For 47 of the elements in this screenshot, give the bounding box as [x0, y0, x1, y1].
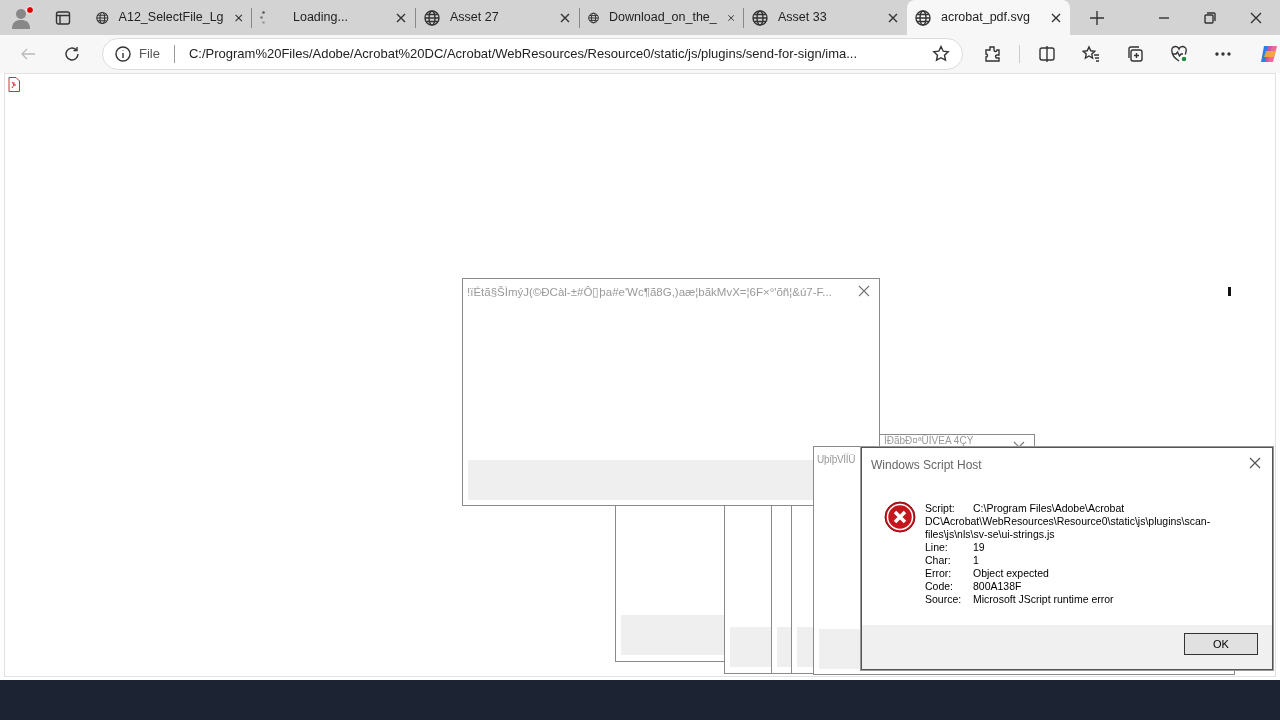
close-icon[interactable]: [1248, 456, 1262, 470]
pdf-file-icon: [8, 77, 20, 92]
close-icon[interactable]: [233, 11, 243, 24]
browser-tab[interactable]: Asset 33: [744, 0, 907, 35]
close-icon[interactable]: [1050, 11, 1062, 24]
star-icon[interactable]: [932, 45, 950, 63]
globe-icon: [96, 9, 109, 26]
collections-icon[interactable]: [1126, 45, 1144, 63]
url-text: C:/Program%20Files/Adobe/Acrobat%20DC/Acrobat/WebResources/Resource0/static/js/plugins/send-for-sign/ima...: [188, 45, 859, 64]
address-bar[interactable]: File C:/Program%20Files/Adobe/Acrobat%20DC/Acrobat/WebResources/Resource0/static/js/plugins/send-for-sign/ima...: [102, 38, 963, 70]
window-title: ÌÐãbÐ¤ªÜÍVEA 4ÇÝ: [884, 435, 974, 446]
extensions-icon[interactable]: [983, 45, 1001, 63]
profile-icon[interactable]: [9, 4, 36, 31]
browser-tab[interactable]: Asset 27: [416, 0, 579, 35]
globe-icon: [424, 9, 440, 26]
error-detail-line: Line: 19: [925, 541, 986, 554]
error-detail-line: Error: Object expected: [925, 567, 1050, 580]
globe-icon: [915, 9, 931, 26]
browser-tab[interactable]: Loading...: [252, 0, 415, 35]
error-icon: [884, 501, 916, 533]
error-detail-line: Char: 1: [925, 554, 980, 567]
browser-tab[interactable]: A12_SelectFile_Lg: [88, 0, 251, 35]
error-detail-line: Code: 800A138F: [925, 580, 1023, 593]
error-detail-line: Script: C:\Program Files\Adobe\Acrobat DC\Acrobat\WebResources\Resource0\static\js\plugins\scan-files\js\nls\sv-se\ui-strings.js: [925, 502, 1212, 541]
ok-button[interactable]: OK: [1184, 633, 1258, 655]
window-title: UþíþVÍÍÜ: [817, 452, 856, 467]
performance-icon[interactable]: [1170, 45, 1188, 63]
globe-icon: [752, 9, 768, 26]
text-cursor-icon: [1228, 287, 1231, 296]
new-tab-icon[interactable]: [1089, 9, 1105, 26]
info-icon: [115, 46, 131, 62]
split-screen-icon[interactable]: [1038, 45, 1056, 63]
close-icon[interactable]: [395, 11, 407, 24]
browser-tab[interactable]: acrobat_pdf.svg: [907, 0, 1070, 35]
scheme-label: File: [139, 45, 160, 64]
close-icon[interactable]: [559, 11, 571, 24]
restore-icon[interactable]: [1202, 9, 1218, 26]
refresh-icon[interactable]: [63, 45, 81, 63]
tab-actions-icon[interactable]: [54, 9, 71, 26]
browser-tab[interactable]: Download_on_the_: [580, 0, 743, 35]
favorites-icon[interactable]: [1082, 45, 1100, 63]
dialog-title: Windows Script Host: [871, 457, 982, 474]
error-detail-line: Source: Microsoft JScript runtime error: [925, 593, 1115, 606]
copilot-icon[interactable]: [1258, 43, 1280, 65]
window-title: !ïÉtã§ŠÌmýJ(©ÐCàl-±#Ô▯þa#e'Wc¶ã8G,)aæ¦bãkMvX=¦6F×°'õñ¦&ú7-F...: [467, 285, 832, 300]
close-icon[interactable]: [887, 11, 899, 24]
loading-icon: [260, 11, 265, 24]
